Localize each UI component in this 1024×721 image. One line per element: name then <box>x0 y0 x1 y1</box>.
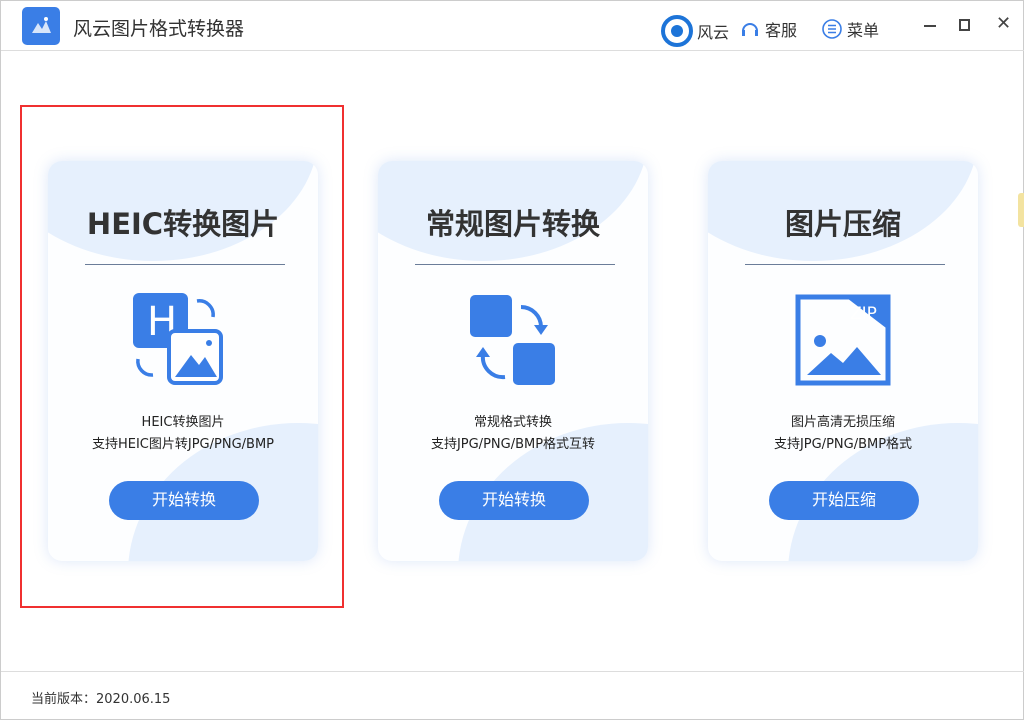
convert-arrows-icon <box>470 295 555 385</box>
menu-button[interactable]: 菜单 <box>821 17 879 41</box>
divider <box>745 264 945 265</box>
card-desc-line1: 常规格式转换 <box>473 415 552 430</box>
card-desc-line1: 图片高清无损压缩 <box>790 415 895 430</box>
maximize-button[interactable] <box>959 19 970 31</box>
close-button[interactable]: ✕ <box>996 13 1011 34</box>
minimize-button[interactable] <box>924 25 936 27</box>
compress-card[interactable]: 图片压缩 ZIP 图片高清无损压缩支持JPG/PNG/BMP格式 开始压缩 <box>708 161 978 561</box>
start-compress-button[interactable]: 开始压缩 <box>769 481 919 520</box>
card-desc-line2: 支持JPG/PNG/BMP格式 <box>773 437 913 452</box>
brand-logo-icon <box>661 15 693 47</box>
app-title: 风云图片格式转换器 <box>73 18 245 40</box>
card-title: 常规图片转换 <box>425 207 600 241</box>
service-button[interactable]: 客服 <box>739 17 797 41</box>
selection-highlight <box>20 105 344 608</box>
brand-label: 风云 <box>697 23 730 42</box>
brand-button[interactable]: 风云 <box>661 15 729 47</box>
card-desc-line2: 支持JPG/PNG/BMP格式互转 <box>430 437 596 452</box>
divider <box>415 264 615 265</box>
general-convert-card[interactable]: 常规图片转换 常规格式转换支持JPG/PNG/BMP格式互转 开始转换 <box>378 161 648 561</box>
side-tab[interactable] <box>1018 193 1024 227</box>
service-label: 客服 <box>765 21 798 40</box>
zip-image-icon: ZIP <box>795 294 891 386</box>
version-label: 当前版本：2020.06.15 <box>31 692 171 707</box>
card-title: 图片压缩 <box>784 207 901 241</box>
menu-list-icon <box>822 19 842 39</box>
title-bar: 风云图片格式转换器 风云 客服 菜单 ✕ <box>1 1 1024 51</box>
app-logo-icon <box>22 7 60 45</box>
headset-icon <box>742 23 758 36</box>
menu-label: 菜单 <box>847 21 880 40</box>
svg-text:ZIP: ZIP <box>850 304 877 324</box>
footer: 当前版本：2020.06.15 <box>1 671 1024 721</box>
start-general-convert-button[interactable]: 开始转换 <box>439 481 589 520</box>
